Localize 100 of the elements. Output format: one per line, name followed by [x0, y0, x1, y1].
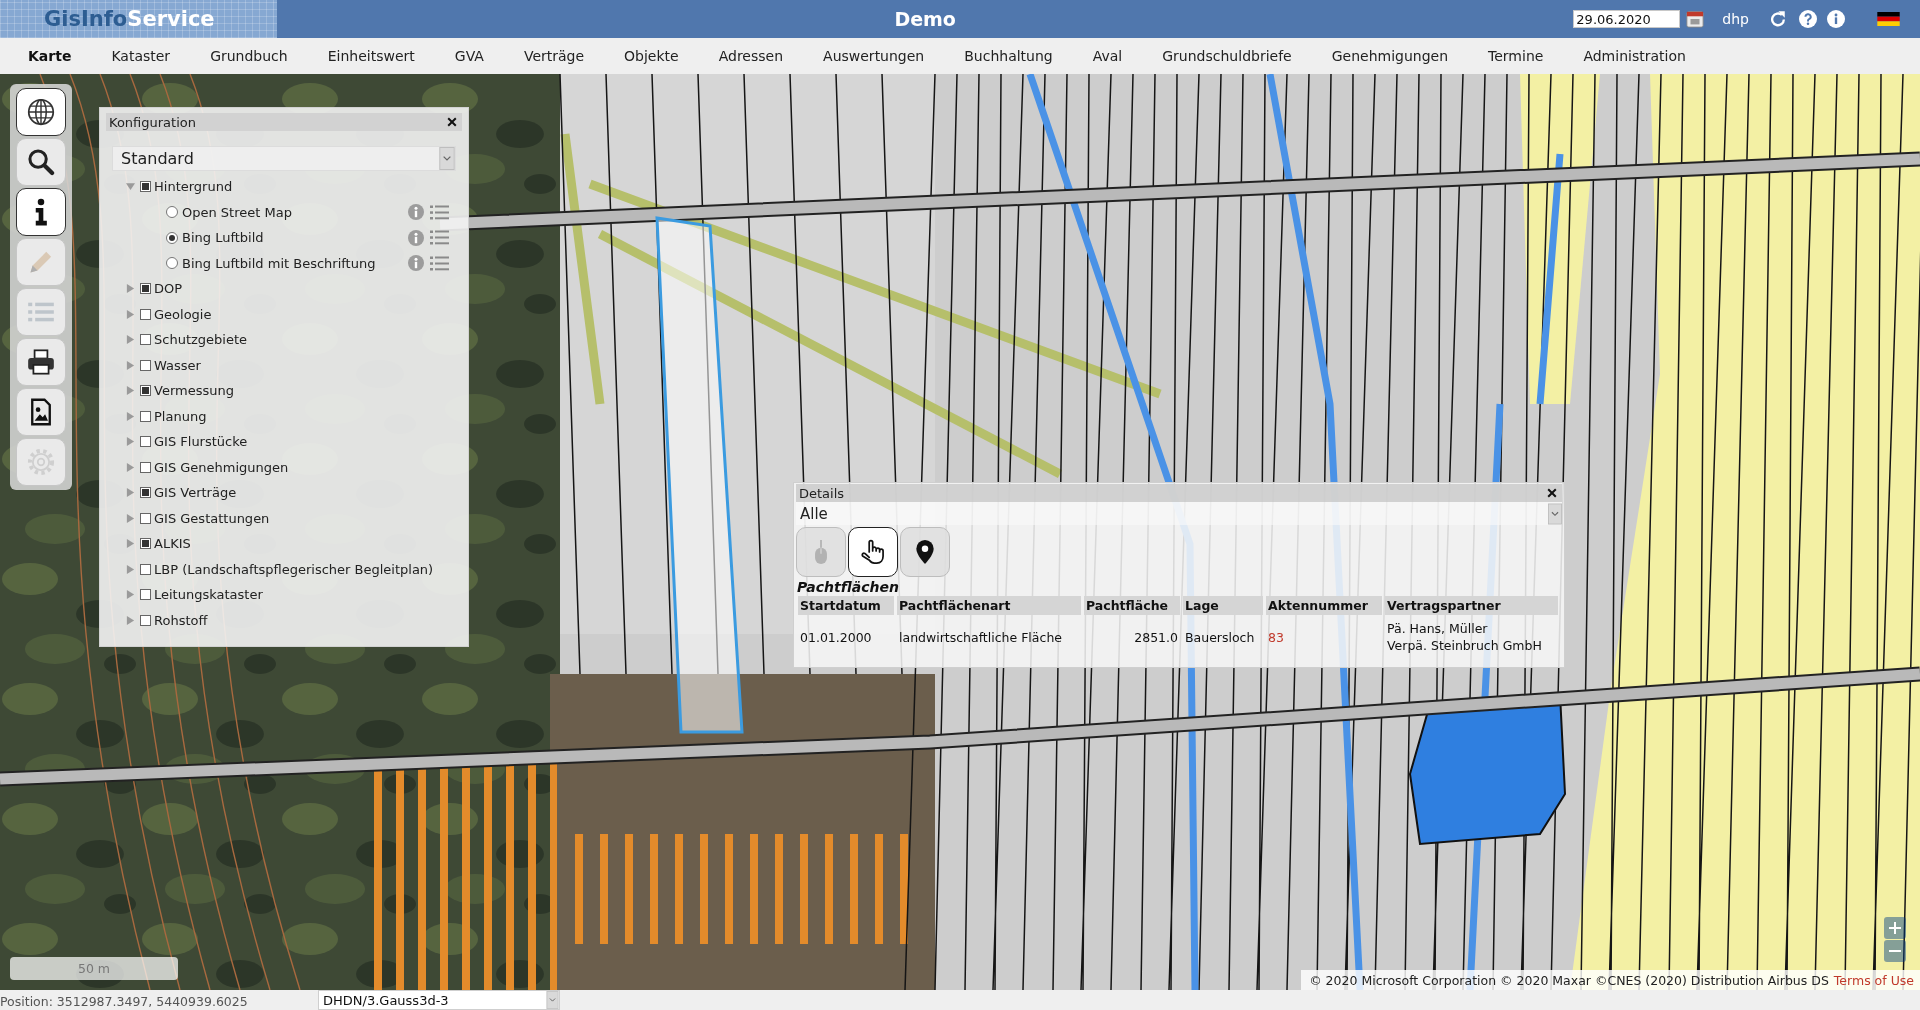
close-icon[interactable]: [447, 117, 457, 127]
layer-checkbox[interactable]: [140, 589, 151, 601]
menu-item[interactable]: Termine: [1468, 40, 1564, 72]
filter-select[interactable]: Alle: [796, 502, 1562, 525]
menu-item[interactable]: Adressen: [698, 40, 804, 72]
menu-item[interactable]: Aval: [1072, 40, 1143, 72]
table-cell-text: Bauersloch: [1184, 628, 1256, 647]
layer-label: Vermessung: [154, 383, 234, 399]
app-logo: GisInfoService: [0, 0, 277, 38]
menu-item[interactable]: Einheitswert: [307, 40, 435, 72]
layer-label: LBP (Landschaftspflegerischer Begleitplan): [154, 561, 434, 577]
table-cell-text: 01.01.2000: [799, 628, 873, 647]
panel-title: Konfiguration: [109, 114, 196, 130]
layer-checkbox[interactable]: [140, 359, 151, 371]
layer-checkbox[interactable]: [140, 563, 151, 575]
column-header: Lage: [1183, 596, 1263, 615]
tool-button[interactable]: [848, 527, 898, 577]
menu-item[interactable]: Objekte: [604, 40, 699, 72]
attribution-text: © 2020 Microsoft Corporation © 2020 Maxar ©CNES (2020) Distribution Airbus DS: [1309, 972, 1829, 988]
date-field[interactable]: 29.06.2020: [1573, 10, 1681, 28]
layer-label: GIS Genehmigungen: [154, 459, 289, 475]
layer-label: GIS Flurstücke: [154, 434, 248, 450]
layer-label: GIS Verträge: [154, 485, 237, 501]
layer-checkbox[interactable]: [140, 512, 151, 524]
layer-checkbox[interactable]: [140, 436, 151, 448]
menu-item[interactable]: Auswertungen: [803, 40, 945, 72]
app-title: Demo: [894, 8, 956, 30]
menu-item[interactable]: Administration: [1563, 40, 1706, 72]
info-icon[interactable]: [408, 255, 424, 272]
calendar-icon[interactable]: [1686, 10, 1705, 28]
layer-label: Geologie: [154, 306, 212, 322]
list-icon[interactable]: [430, 230, 449, 246]
profile-select[interactable]: Standard: [112, 146, 456, 171]
radio-button[interactable]: [166, 206, 178, 219]
flag-icon[interactable]: [1877, 12, 1900, 26]
layer-checkbox[interactable]: [140, 181, 151, 193]
table-cell-text: 2851.0: [1133, 628, 1179, 647]
tool-button[interactable]: [16, 188, 66, 236]
layer-checkbox[interactable]: [140, 538, 151, 550]
menu-item[interactable]: Genehmigungen: [1311, 40, 1469, 72]
file-number-link[interactable]: 83: [1268, 629, 1284, 645]
terms-link[interactable]: Terms of Use: [1833, 972, 1914, 988]
layer-label: GIS Gestattungen: [154, 510, 270, 526]
menu-item[interactable]: Verträge: [503, 40, 605, 72]
close-icon[interactable]: [1547, 488, 1557, 498]
plus-icon: [1889, 922, 1901, 934]
menu-item[interactable]: GVA: [434, 40, 504, 72]
layer-label: Hintergrund: [154, 179, 233, 195]
column-header: Startdatum: [798, 596, 894, 615]
layer-checkbox[interactable]: [140, 283, 151, 295]
section-title: Pachtflächen: [797, 579, 899, 595]
radio-button[interactable]: [166, 257, 178, 270]
layer-checkbox[interactable]: [140, 461, 151, 473]
list-icon[interactable]: [430, 204, 449, 220]
menu-item[interactable]: Buchhaltung: [944, 40, 1073, 72]
layer-label: ALKIS: [154, 536, 191, 552]
layer-label: Leitungskataster: [154, 587, 263, 603]
column-header: Pachtfläche: [1084, 596, 1180, 615]
layer-checkbox[interactable]: [140, 410, 151, 422]
layer-checkbox[interactable]: [140, 308, 151, 320]
zoom-in-button[interactable]: [1884, 917, 1906, 939]
column-header: Pachtflächenart: [897, 596, 1081, 615]
layer-checkbox[interactable]: [140, 334, 151, 346]
tool-button[interactable]: [16, 88, 66, 136]
layer-label: Bing Luftbild: [182, 230, 264, 246]
projection-select[interactable]: DHDN/3.Gauss3d-3: [318, 990, 560, 1010]
search-icon: [27, 148, 55, 176]
list-icon[interactable]: [430, 255, 449, 271]
table-cell-text: landwirtschaftliche Fläche: [898, 628, 1063, 647]
layer-label: Rohstoff: [154, 612, 208, 628]
printer-icon: [27, 348, 55, 376]
info-icon[interactable]: [1827, 10, 1845, 28]
layer-checkbox[interactable]: [140, 385, 151, 397]
info-icon[interactable]: [408, 204, 424, 221]
tool-button[interactable]: [900, 527, 950, 577]
table-cell-text: Pä. Hans, Müller Verpä. Steinbruch GmbH: [1386, 620, 1543, 655]
radio-button[interactable]: [166, 231, 178, 244]
layer-label: Planung: [154, 408, 207, 424]
scale-bar: 50 m: [10, 957, 178, 980]
position-text: Position: 3512987.3497, 5440939.6025: [0, 993, 248, 1009]
menu-item[interactable]: Grundschuldbriefe: [1142, 40, 1312, 72]
user-name: dhp: [1722, 11, 1749, 27]
globe-icon: [27, 98, 55, 126]
layer-label: Schutzgebiete: [154, 332, 247, 348]
settings-icon: [27, 448, 55, 476]
menu-item[interactable]: Karte: [8, 40, 92, 72]
layer-label: Bing Luftbild mit Beschriftung: [182, 255, 376, 271]
layer-label: Wasser: [154, 357, 201, 373]
help-icon[interactable]: [1799, 10, 1817, 28]
zoom-out-button[interactable]: [1884, 940, 1906, 962]
layer-checkbox[interactable]: [140, 487, 151, 499]
column-header: Aktennummer: [1266, 596, 1382, 615]
panel-title: Details: [799, 485, 845, 501]
refresh-icon[interactable]: [1769, 10, 1787, 28]
hand-pointer-icon: [860, 539, 886, 565]
column-header: Vertragspartner: [1385, 596, 1558, 615]
info-icon[interactable]: [408, 229, 424, 246]
layer-checkbox[interactable]: [140, 614, 151, 626]
menu-item[interactable]: Kataster: [91, 40, 191, 72]
menu-item[interactable]: Grundbuch: [190, 40, 308, 72]
